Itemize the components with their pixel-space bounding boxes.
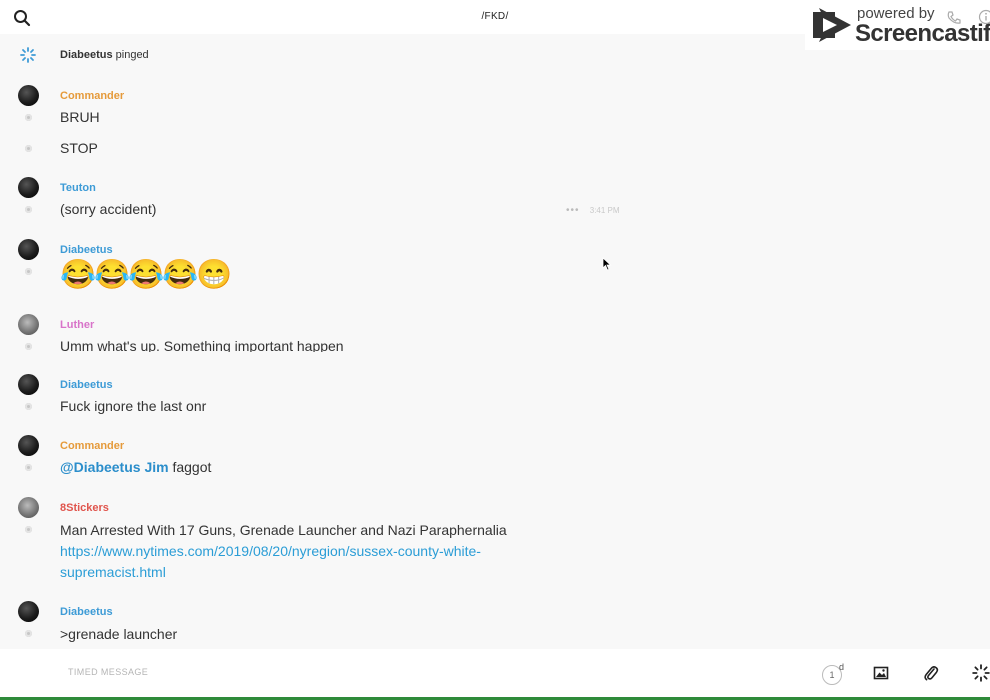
read-receipt-dot bbox=[25, 114, 32, 121]
user-mention[interactable]: @Diabeetus Jim bbox=[60, 459, 169, 475]
info-icon[interactable] bbox=[978, 9, 990, 30]
message-text: @Diabeetus Jim faggot bbox=[60, 459, 211, 475]
read-receipt-dot bbox=[25, 526, 32, 533]
message-timestamp: 3:41 PM bbox=[589, 206, 620, 215]
message-text: BRUH bbox=[60, 109, 100, 125]
loading-spinner-icon bbox=[972, 664, 990, 687]
ping-author[interactable]: Diabeetus bbox=[60, 49, 113, 61]
read-receipt-dot bbox=[25, 145, 32, 152]
message-link[interactable]: https://www.nytimes.com/2019/08/20/nyreg… bbox=[60, 543, 481, 559]
message-emoji: 😂😂😂😂😁 bbox=[60, 259, 233, 291]
message-text: Fuck ignore the last onr bbox=[60, 398, 207, 414]
read-receipt-dot bbox=[25, 343, 32, 350]
avatar[interactable] bbox=[18, 497, 39, 518]
image-icon[interactable] bbox=[873, 665, 889, 686]
message-author[interactable]: Diabeetus bbox=[60, 244, 113, 256]
mouse-cursor-icon bbox=[602, 257, 612, 276]
message-author[interactable]: Teuton bbox=[60, 182, 96, 194]
message-author[interactable]: Commander bbox=[60, 90, 124, 102]
message-text-rest: faggot bbox=[168, 459, 212, 475]
message-text: Man Arrested With 17 Guns, Grenade Launc… bbox=[60, 522, 507, 538]
message-text: Umm what's up. Something important happe… bbox=[60, 338, 344, 352]
message-text: STOP bbox=[60, 140, 98, 156]
screencastify-logo-icon bbox=[809, 6, 853, 49]
screencastify-watermark: powered by Screencastify bbox=[805, 0, 990, 50]
message-text: (sorry accident) bbox=[60, 201, 157, 217]
message-author[interactable]: Luther bbox=[60, 319, 94, 331]
more-options-icon[interactable]: ••• bbox=[566, 205, 580, 216]
message-composer: 1 d bbox=[0, 649, 990, 698]
read-receipt-dot bbox=[25, 268, 32, 275]
message-author[interactable]: 8Stickers bbox=[60, 502, 109, 514]
avatar[interactable] bbox=[18, 314, 39, 335]
message-author[interactable]: Diabeetus bbox=[60, 379, 113, 391]
timer-unit: d bbox=[839, 662, 845, 672]
message-text: >grenade launcher bbox=[60, 626, 178, 642]
read-receipt-dot bbox=[25, 464, 32, 471]
timed-message-input[interactable] bbox=[66, 666, 370, 678]
message-author[interactable]: Diabeetus bbox=[60, 606, 113, 618]
avatar[interactable] bbox=[18, 601, 39, 622]
read-receipt-dot bbox=[25, 630, 32, 637]
watermark-brand: Screencastify bbox=[855, 20, 990, 47]
paperclip-icon[interactable] bbox=[923, 664, 939, 687]
ping-spinner-icon bbox=[20, 47, 36, 68]
phone-icon[interactable] bbox=[946, 10, 962, 31]
read-receipt-dot bbox=[25, 403, 32, 410]
message-timer-button[interactable]: 1 d bbox=[822, 662, 845, 685]
ping-suffix: pinged bbox=[115, 49, 149, 61]
avatar[interactable] bbox=[18, 435, 39, 456]
message-author[interactable]: Commander bbox=[60, 440, 124, 452]
avatar[interactable] bbox=[18, 177, 39, 198]
avatar[interactable] bbox=[18, 374, 39, 395]
message-hover-actions[interactable]: ••• 3:41 PM bbox=[566, 205, 620, 216]
avatar[interactable] bbox=[18, 239, 39, 260]
ping-notice: Diabeetus pinged bbox=[60, 49, 149, 61]
read-receipt-dot bbox=[25, 206, 32, 213]
avatar[interactable] bbox=[18, 85, 39, 106]
message-link-continued[interactable]: supremacist.html bbox=[60, 564, 166, 580]
